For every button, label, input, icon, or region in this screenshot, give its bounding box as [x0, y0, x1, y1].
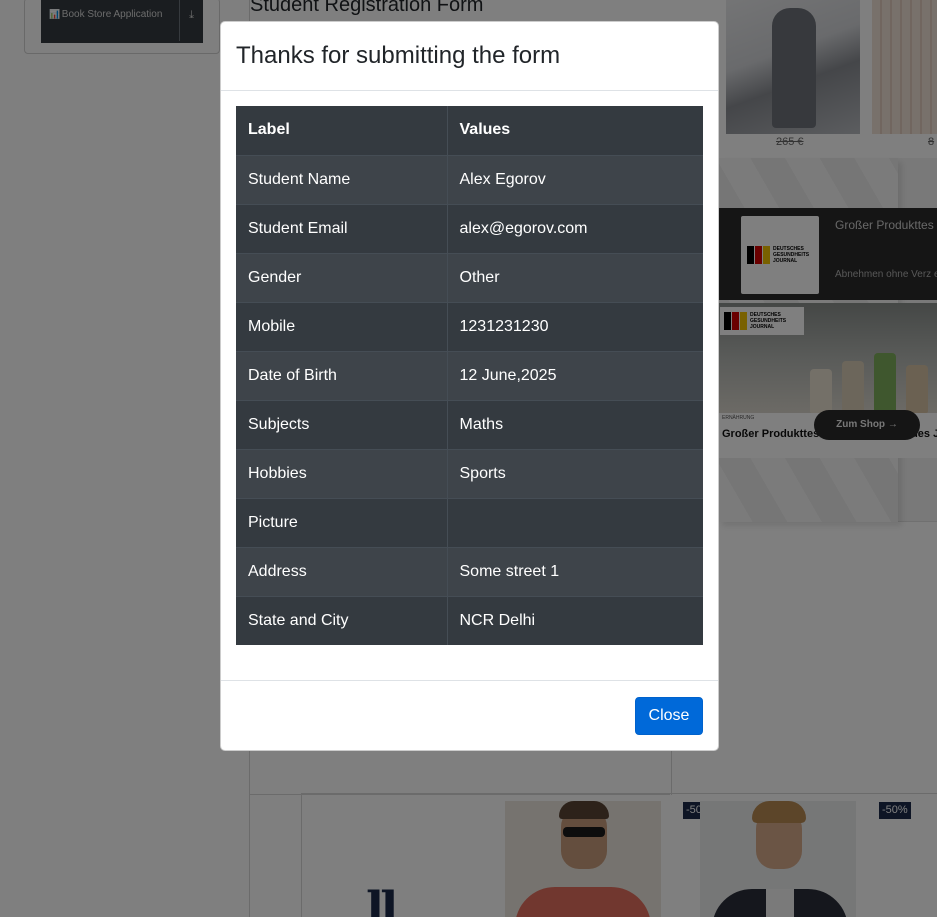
table-row: Subjects Maths	[236, 399, 703, 449]
row-label: Address	[236, 546, 448, 596]
submission-table: Label Values Student Name Alex Egorov St…	[236, 106, 703, 645]
column-header-values: Values	[447, 106, 703, 155]
row-value: Other	[447, 252, 703, 302]
table-row: Picture	[236, 497, 703, 547]
table-header-row: Label Values	[236, 106, 703, 155]
row-value	[447, 497, 703, 547]
modal-body: Label Values Student Name Alex Egorov St…	[221, 91, 718, 681]
table-row: State and City NCR Delhi	[236, 595, 703, 645]
table-row: Student Email alex@egorov.com	[236, 203, 703, 253]
table-row: Hobbies Sports	[236, 448, 703, 498]
row-label: Student Email	[236, 203, 448, 253]
row-label: Mobile	[236, 301, 448, 351]
table-row: Student Name Alex Egorov	[236, 154, 703, 204]
submission-modal: Thanks for submitting the form Label Val…	[220, 21, 719, 751]
row-label: Picture	[236, 497, 448, 547]
row-value: Sports	[447, 448, 703, 498]
row-value: NCR Delhi	[447, 595, 703, 645]
row-value: 1231231230	[447, 301, 703, 351]
modal-footer: Close	[221, 680, 718, 750]
table-row: Date of Birth 12 June,2025	[236, 350, 703, 400]
row-label: State and City	[236, 595, 448, 645]
row-value: Maths	[447, 399, 703, 449]
row-label: Subjects	[236, 399, 448, 449]
table-row: Address Some street 1	[236, 546, 703, 596]
row-value: alex@egorov.com	[447, 203, 703, 253]
row-value: Some street 1	[447, 546, 703, 596]
row-label: Student Name	[236, 154, 448, 204]
table-row: Mobile 1231231230	[236, 301, 703, 351]
modal-title: Thanks for submitting the form	[236, 42, 561, 69]
row-label: Date of Birth	[236, 350, 448, 400]
column-header-label: Label	[236, 106, 448, 155]
modal-header: Thanks for submitting the form	[221, 22, 718, 91]
table-row: Gender Other	[236, 252, 703, 302]
row-value: 12 June,2025	[447, 350, 703, 400]
row-label: Hobbies	[236, 448, 448, 498]
row-label: Gender	[236, 252, 448, 302]
close-button[interactable]: Close	[635, 697, 703, 735]
row-value: Alex Egorov	[447, 154, 703, 204]
